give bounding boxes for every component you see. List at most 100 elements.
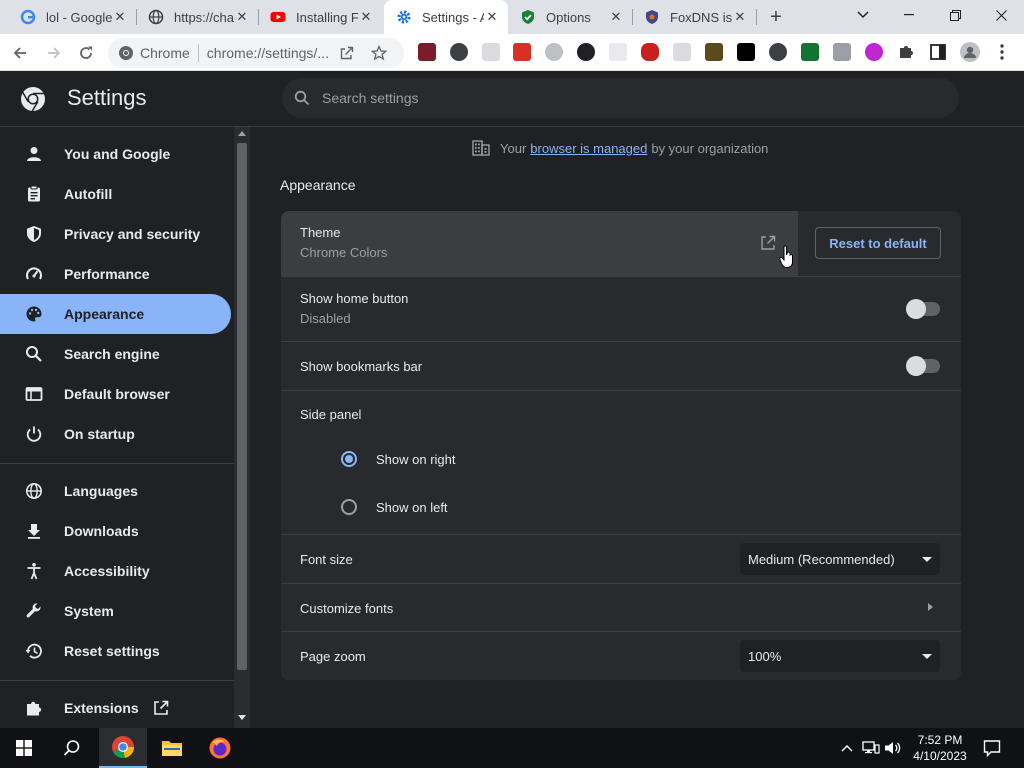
side-panel-option-left[interactable]: Show on left: [339, 491, 539, 523]
accessibility-icon: [24, 561, 44, 581]
taskbar-clock[interactable]: 7:52 PM 4/10/2023: [905, 732, 975, 764]
side-panel-option-right[interactable]: Show on right: [339, 443, 539, 475]
scrollbar-thumb[interactable]: [237, 143, 247, 670]
close-icon[interactable]: ✕: [358, 9, 374, 25]
tab-settings[interactable]: Settings - A ✕: [384, 0, 508, 34]
page-zoom-select[interactable]: 100%: [740, 640, 940, 672]
palette-icon: [24, 304, 44, 324]
mouse-cursor-icon: [779, 245, 793, 269]
tab-separator: [756, 9, 757, 25]
sidebar-item-languages[interactable]: Languages: [0, 471, 231, 511]
tab-options[interactable]: Options ✕: [508, 0, 632, 34]
sidebar-item-appearance[interactable]: Appearance: [0, 294, 231, 334]
extension-icon[interactable]: [418, 43, 436, 61]
puzzle-icon: [24, 698, 44, 718]
sidebar-item-performance[interactable]: Performance: [0, 254, 231, 294]
extension-icon[interactable]: [833, 43, 851, 61]
side-panel-icon[interactable]: [929, 43, 947, 61]
sidebar-item-accessibility[interactable]: Accessibility: [0, 551, 231, 591]
bookmarks-bar-toggle[interactable]: [906, 356, 940, 376]
reset-to-default-button[interactable]: Reset to default: [815, 227, 941, 259]
start-button[interactable]: [0, 728, 48, 768]
close-icon[interactable]: ✕: [234, 9, 250, 25]
extension-icon[interactable]: [609, 43, 627, 61]
scroll-up-arrow-icon[interactable]: [238, 131, 246, 136]
extension-icon[interactable]: [545, 43, 563, 61]
sidebar-scrollbar[interactable]: [234, 127, 250, 728]
extension-icon[interactable]: [705, 43, 723, 61]
radio-left-label: Show on left: [376, 500, 448, 515]
home-button-toggle[interactable]: [906, 299, 940, 319]
extension-icon[interactable]: [641, 43, 659, 61]
sidebar-item-reset-settings[interactable]: Reset settings: [0, 631, 231, 671]
taskbar-chrome[interactable]: [99, 728, 147, 768]
volume-icon[interactable]: [884, 739, 902, 757]
notification-icon[interactable]: [983, 739, 1001, 757]
extension-icon[interactable]: [801, 43, 819, 61]
sidebar-item-privacy-security[interactable]: Privacy and security: [0, 214, 231, 254]
forward-button[interactable]: [40, 39, 68, 67]
side-panel-label: Side panel: [300, 407, 362, 422]
extension-icon[interactable]: [673, 43, 691, 61]
network-icon[interactable]: [862, 739, 880, 757]
tray-overflow-chevron-icon[interactable]: [838, 739, 856, 757]
taskbar-search-button[interactable]: [48, 728, 96, 768]
customize-fonts-row[interactable]: Customize fonts: [281, 583, 961, 631]
extension-icon[interactable]: [482, 43, 500, 61]
restore-button[interactable]: [932, 0, 978, 30]
close-icon[interactable]: ✕: [732, 9, 748, 25]
extension-icon[interactable]: [450, 43, 468, 61]
font-size-select[interactable]: Medium (Recommended): [740, 543, 940, 575]
sidebar-item-you-and-google[interactable]: You and Google: [0, 134, 231, 174]
toggle-knob: [906, 299, 926, 319]
tab-search-button[interactable]: [840, 0, 886, 30]
close-icon[interactable]: ✕: [112, 9, 128, 25]
windows-logo-icon: [16, 740, 32, 756]
tab-chat[interactable]: https://chat ✕: [136, 0, 258, 34]
extension-icon[interactable]: [769, 43, 787, 61]
bookmark-star-icon[interactable]: [370, 45, 387, 61]
extension-icon[interactable]: [577, 43, 595, 61]
tab-youtube[interactable]: Installing Fa ✕: [258, 0, 382, 34]
extension-icon[interactable]: [865, 43, 883, 61]
sidebar-item-on-startup[interactable]: On startup: [0, 414, 231, 454]
tab-google[interactable]: lol - Google ✕: [8, 0, 136, 34]
avatar[interactable]: [960, 42, 980, 62]
taskbar-file-explorer[interactable]: [148, 728, 196, 768]
search-input[interactable]: Search settings: [282, 78, 959, 118]
sidebar-item-system[interactable]: System: [0, 591, 231, 631]
tab-title: FoxDNS is: [670, 9, 732, 25]
sidebar-item-label: Search engine: [64, 346, 160, 362]
sidebar-item-label: System: [64, 603, 114, 619]
omnibox[interactable]: Chrome chrome://settings/...: [108, 38, 404, 68]
minimize-button[interactable]: [886, 0, 932, 30]
sidebar-item-extensions[interactable]: Extensions: [0, 688, 231, 728]
theme-link-row[interactable]: Theme Chrome Colors: [281, 211, 798, 276]
radio-right[interactable]: [341, 451, 357, 467]
extension-icon[interactable]: [737, 43, 755, 61]
extension-icon[interactable]: [513, 43, 531, 61]
tab-foxdns[interactable]: FoxDNS is ✕: [632, 0, 756, 34]
close-icon[interactable]: ✕: [608, 9, 624, 25]
sidebar-item-label: Extensions: [64, 700, 139, 716]
close-window-button[interactable]: [978, 0, 1024, 30]
reload-button[interactable]: [72, 39, 100, 67]
radio-left[interactable]: [341, 499, 357, 515]
sidebar-item-autofill[interactable]: Autofill: [0, 174, 231, 214]
share-icon[interactable]: [339, 45, 355, 61]
omnibox-divider: [197, 44, 199, 62]
puzzle-icon[interactable]: [897, 43, 915, 61]
settings-header: Settings Search settings: [0, 71, 1024, 127]
sidebar-item-default-browser[interactable]: Default browser: [0, 374, 231, 414]
globe-icon: [24, 481, 44, 501]
scroll-down-arrow-icon[interactable]: [238, 715, 246, 720]
taskbar-firefox[interactable]: [196, 728, 244, 768]
sidebar-item-downloads[interactable]: Downloads: [0, 511, 231, 551]
close-icon[interactable]: ✕: [484, 9, 500, 25]
new-tab-button[interactable]: +: [764, 5, 788, 29]
omnibox-url[interactable]: chrome://settings/...: [207, 45, 333, 61]
sidebar-item-search-engine[interactable]: Search engine: [0, 334, 231, 374]
back-button[interactable]: [6, 39, 34, 67]
managed-link[interactable]: browser is managed: [530, 141, 647, 156]
chrome-menu-button[interactable]: [992, 42, 1012, 62]
